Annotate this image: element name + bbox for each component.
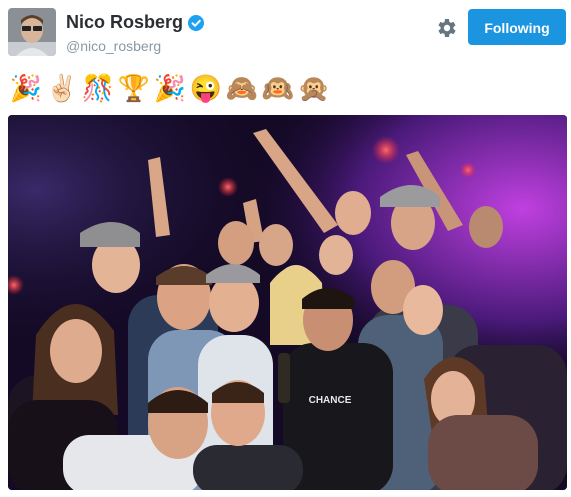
following-button[interactable]: Following: [468, 9, 566, 45]
speak-no-evil-monkey-icon: 🙊: [297, 73, 331, 103]
see-no-evil-monkey-icon: 🙈: [225, 73, 259, 103]
tweet-text: 🎉 ✌🏻 🎊 🏆 🎉 😜 🙈 🙉 🙊: [8, 70, 332, 106]
user-handle[interactable]: @nico_rosberg: [66, 38, 161, 54]
name-row: Nico Rosberg: [66, 12, 205, 33]
party-popper-icon: 🎉: [9, 73, 43, 103]
shirt-text: CHANCE: [309, 395, 352, 406]
avatar[interactable]: [8, 8, 56, 56]
verified-badge-icon: [188, 14, 205, 31]
gear-icon[interactable]: [434, 16, 458, 40]
party-popper-icon: 🎉: [153, 73, 187, 103]
winking-tongue-face-icon: 😜: [189, 73, 223, 103]
display-name[interactable]: Nico Rosberg: [66, 12, 183, 33]
hear-no-evil-monkey-icon: 🙉: [261, 73, 295, 103]
confetti-ball-icon: 🎊: [81, 73, 115, 103]
tweet-photo[interactable]: CHANCE: [8, 115, 567, 490]
trophy-icon: 🏆: [117, 73, 151, 103]
victory-hand-icon: ✌🏻: [45, 73, 79, 103]
